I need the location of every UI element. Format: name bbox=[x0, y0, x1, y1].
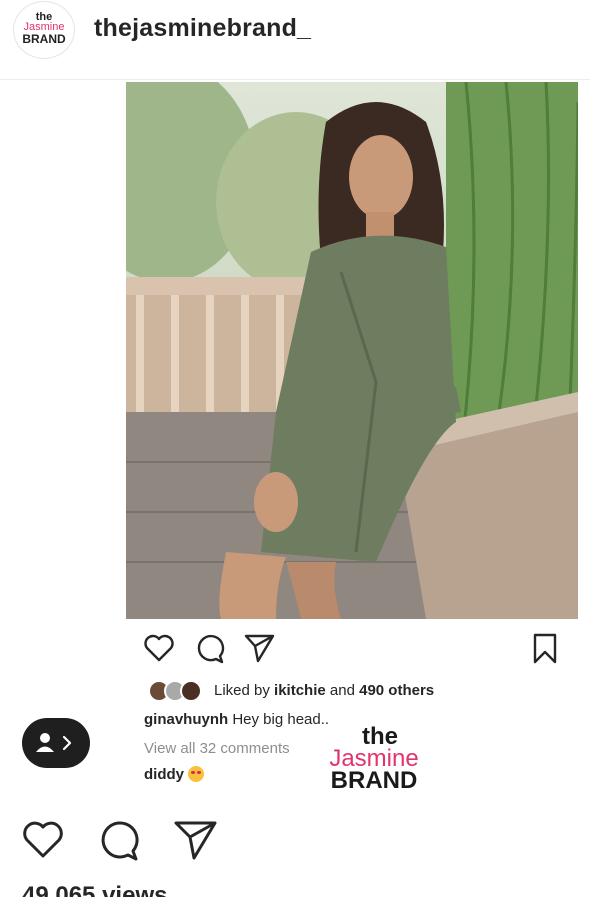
comment-text: Hey big head.. bbox=[228, 711, 330, 728]
tagged-people-button[interactable] bbox=[22, 718, 90, 768]
likes-text: Liked by ikitchie and 490 others bbox=[214, 682, 434, 699]
person-tag-icon bbox=[36, 733, 72, 752]
likes-row[interactable]: Liked by ikitchie and 490 others bbox=[148, 679, 568, 703]
liker-avatars bbox=[148, 680, 208, 702]
comment-username[interactable]: ginavhuynh bbox=[144, 711, 228, 728]
brand-watermark: the Jasmine BRAND bbox=[316, 725, 432, 794]
avatar-logo-line3: BRAND bbox=[22, 32, 66, 46]
username[interactable]: thejasminebrand_ bbox=[94, 14, 311, 43]
likes-user[interactable]: ikitchie bbox=[274, 682, 326, 699]
heart-icon[interactable] bbox=[142, 630, 176, 666]
view-count: 49,065 views bbox=[22, 882, 168, 897]
bookmark-icon[interactable] bbox=[528, 630, 562, 666]
likes-middle: and bbox=[325, 682, 360, 699]
comment-username[interactable]: diddy bbox=[144, 766, 184, 783]
watermark-line3: BRAND bbox=[330, 767, 418, 794]
comment-icon[interactable] bbox=[192, 630, 226, 666]
send-icon[interactable] bbox=[172, 818, 218, 862]
liker-avatar bbox=[180, 680, 202, 702]
comment: diddy bbox=[144, 766, 204, 783]
post-photo[interactable] bbox=[126, 82, 578, 619]
heart-eyes-emoji-icon bbox=[188, 766, 204, 782]
post-action-bar bbox=[140, 630, 580, 670]
likes-prefix: Liked by bbox=[214, 682, 275, 699]
photo-illustration bbox=[126, 82, 578, 619]
send-icon[interactable] bbox=[242, 630, 276, 666]
view-all-comments-link[interactable]: View all 32 comments bbox=[144, 740, 290, 757]
outer-action-bar bbox=[20, 818, 240, 864]
profile-avatar[interactable]: the Jasmine BRAND bbox=[13, 1, 75, 59]
post-header: the Jasmine BRAND thejasminebrand_ bbox=[0, 0, 590, 80]
heart-icon[interactable] bbox=[20, 818, 66, 862]
comment-icon[interactable] bbox=[96, 818, 142, 862]
likes-others[interactable]: 490 others bbox=[359, 682, 434, 699]
comment: ginavhuynh Hey big head.. bbox=[144, 711, 329, 728]
